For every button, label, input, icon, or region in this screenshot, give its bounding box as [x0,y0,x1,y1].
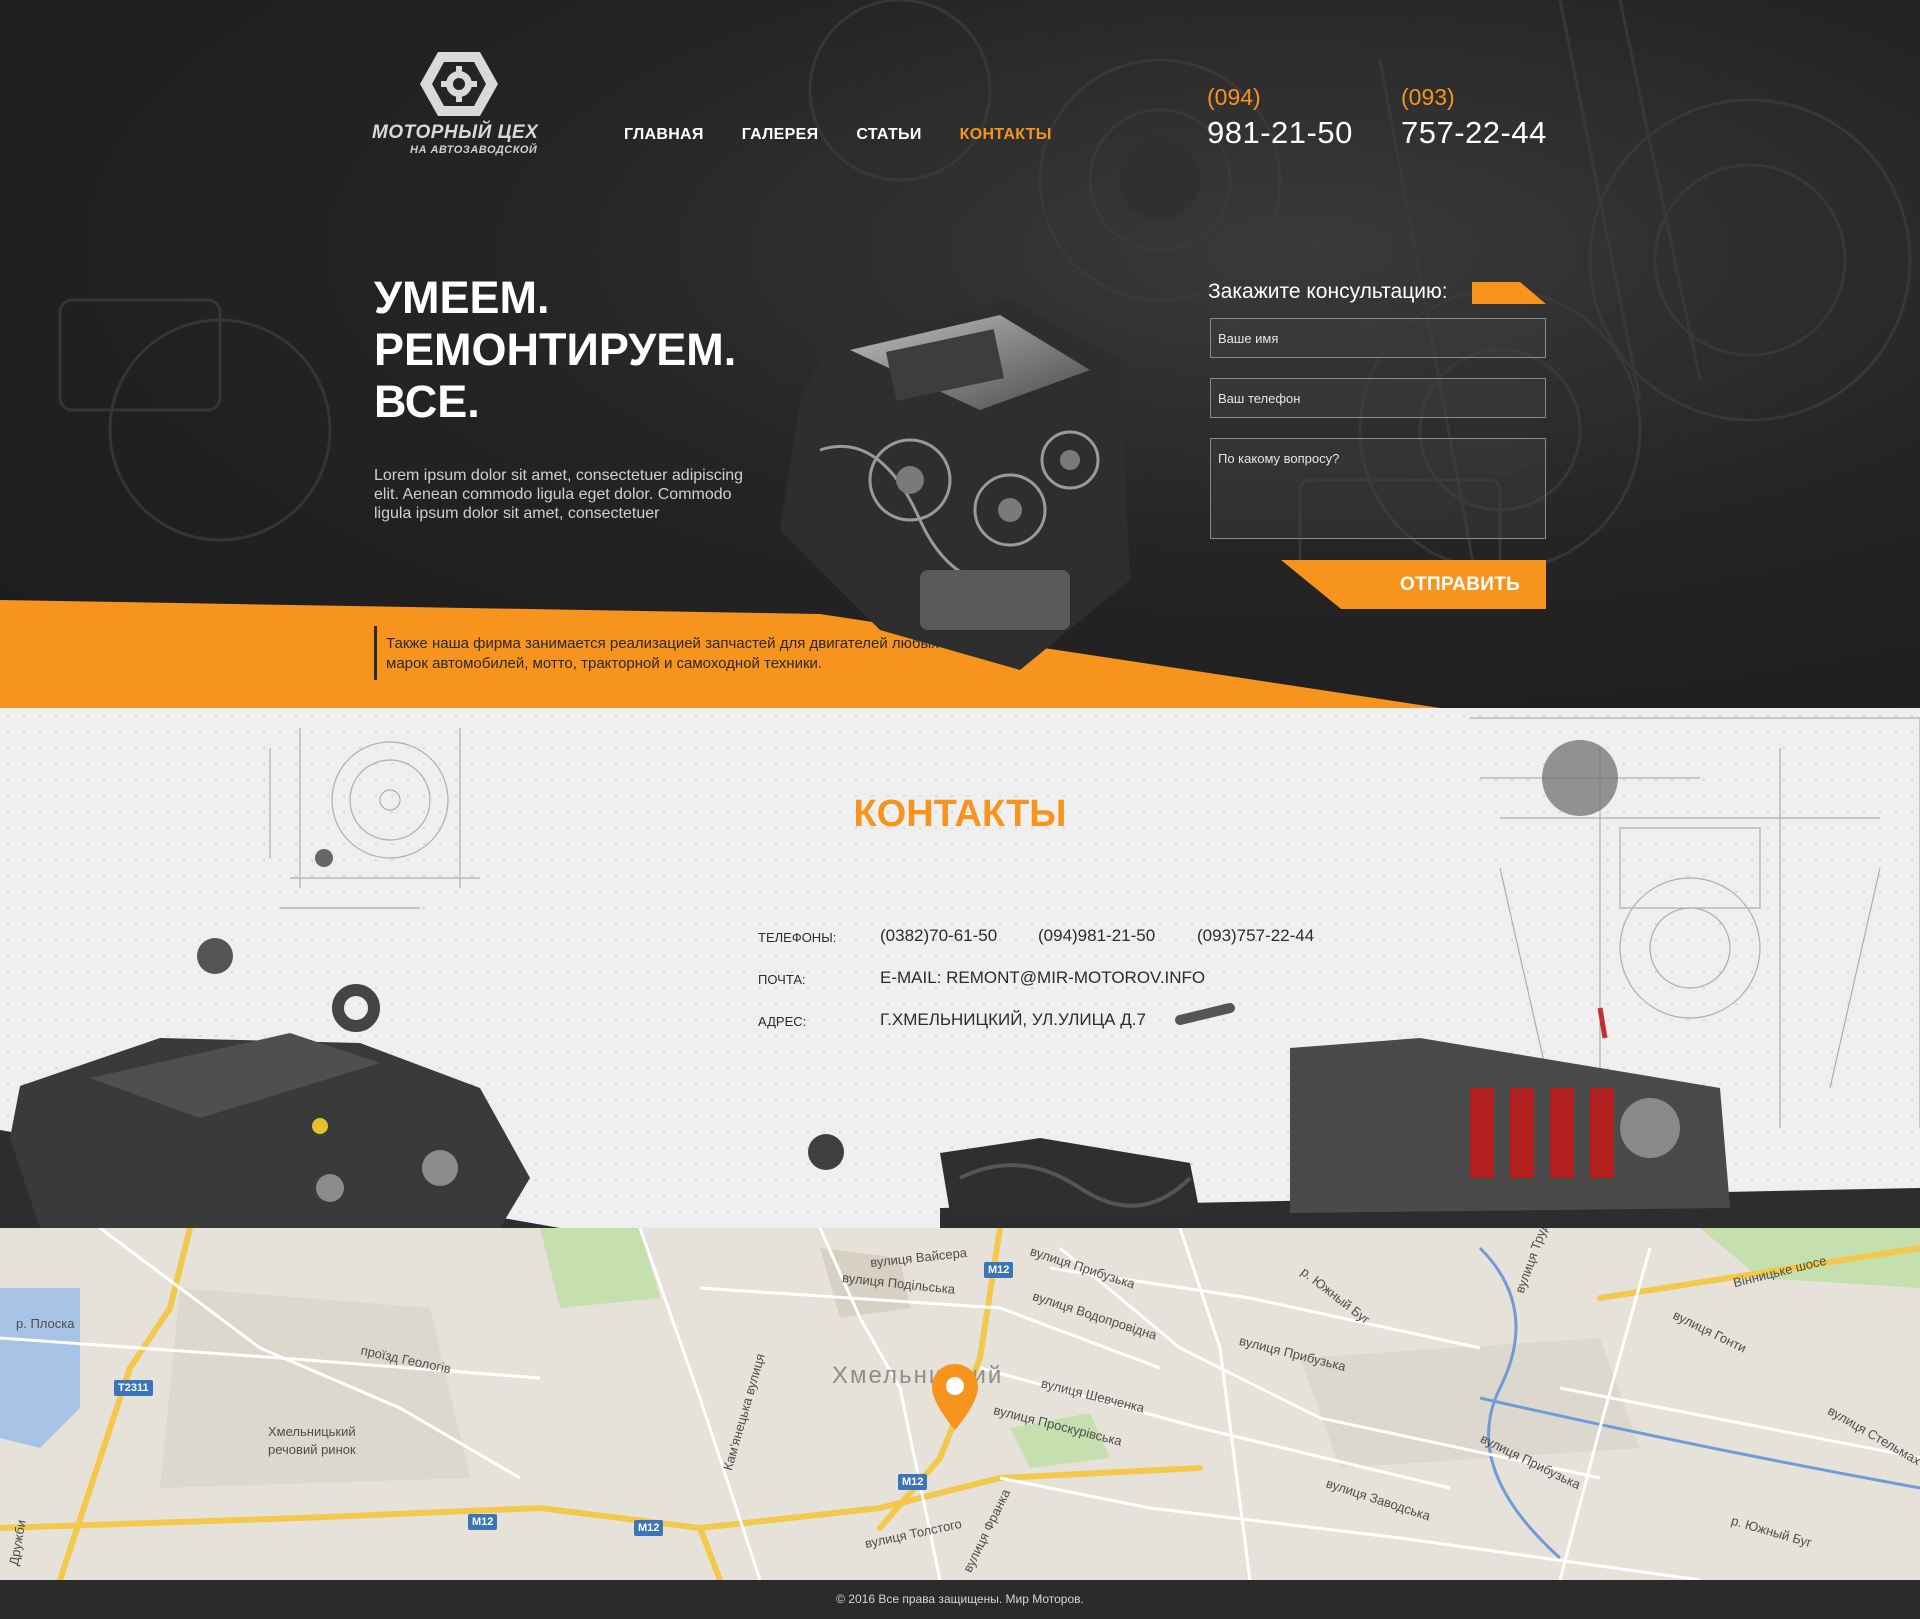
note-accent-bar [374,626,377,680]
contact-email[interactable]: E-MAIL: REMONT@MIR-MOTOROV.INFO [880,968,1205,988]
submit-button-label[interactable]: ОТПРАВИТЬ [1400,574,1520,596]
contact-phone-3[interactable]: (093)757-22-44 [1197,926,1314,946]
phone-code: (093) [1401,84,1455,110]
hex-gear-icon [420,52,498,116]
name-field[interactable]: Ваше имя [1210,318,1546,358]
phone-code: (094) [1207,84,1261,110]
title-flag-decor [1472,282,1546,304]
phone-number: 981-21-50 [1207,115,1353,150]
road-badge: M12 [468,1514,498,1530]
road-badge: T2311 [114,1380,153,1396]
main-nav: ГЛАВНАЯ ГАЛЕРЕЯ СТАТЬИ КОНТАКТЫ [624,126,1052,144]
map-pin-icon[interactable] [930,1362,980,1432]
map-label: Хмельницький [268,1424,356,1439]
address-label: АДРЕС: [758,1014,807,1029]
nav-item-articles[interactable]: СТАТЬИ [856,126,921,144]
road-badge: M12 [634,1520,664,1536]
map-label: р. Плоска [16,1316,75,1331]
headline-line: УМЕЕМ. [374,272,550,323]
mail-label: ПОЧТА: [758,972,806,987]
brand-subtitle: НА АВТОЗАВОДСКОЙ [410,144,538,156]
hero-section: МОТОРНЫЙ ЦЕХ НА АВТОЗАВОДСКОЙ ГЛАВНАЯ ГА… [0,0,1920,740]
phone-field[interactable]: Ваш телефон [1210,378,1546,418]
phones-label: ТЕЛЕФОНЫ: [758,930,837,945]
map-label: речовий ринок [268,1442,356,1457]
contact-phone-1[interactable]: (0382)70-61-50 [880,926,997,946]
consultation-form-title: Закажите консультацию: [1208,280,1448,303]
footer: © 2016 Все права защищены. Мир Моторов. [0,1580,1920,1619]
engine-image [780,300,1130,670]
contacts-section: КОНТАКТЫ ТЕЛЕФОНЫ: (0382)70-61-50 (094)9… [0,708,1920,1228]
brand-logo[interactable]: МОТОРНЫЙ ЦЕХ НА АВТОЗАВОДСКОЙ [372,50,547,160]
contact-address: Г.ХМЕЛЬНИЦКИЙ, УЛ.УЛИЦА Д.7 [880,1010,1146,1029]
nav-item-home[interactable]: ГЛАВНАЯ [624,126,704,144]
road-badge: M12 [984,1262,1014,1278]
hero-lead-text: Lorem ipsum dolor sit amet, consectetuer… [374,467,744,522]
contacts-title: КОНТАКТЫ [853,793,1067,835]
parts-note: Также наша фирма занимается реализацией … [386,635,939,672]
headline-line: ВСЕ. [374,376,480,427]
brand-title: МОТОРНЫЙ ЦЕХ [372,122,539,143]
header-phone-2[interactable]: (093) 757-22-44 [1401,84,1547,151]
phone-number: 757-22-44 [1401,115,1547,150]
copyright-text: © 2016 Все права защищены. Мир Моторов. [836,1592,1084,1606]
contact-phone-2[interactable]: (094)981-21-50 [1038,926,1155,946]
headline-line: РЕМОНТИРУЕМ. [374,324,737,375]
hero-headline: УМЕЕМ. РЕМОНТИРУЕМ. ВСЕ. [374,272,736,428]
nav-item-contacts[interactable]: КОНТАКТЫ [960,126,1052,144]
road-badge: M12 [898,1474,928,1490]
question-textarea[interactable]: По какому вопросу? [1210,438,1546,539]
header-phone-1[interactable]: (094) 981-21-50 [1207,84,1353,151]
nav-item-gallery[interactable]: ГАЛЕРЕЯ [742,126,819,144]
